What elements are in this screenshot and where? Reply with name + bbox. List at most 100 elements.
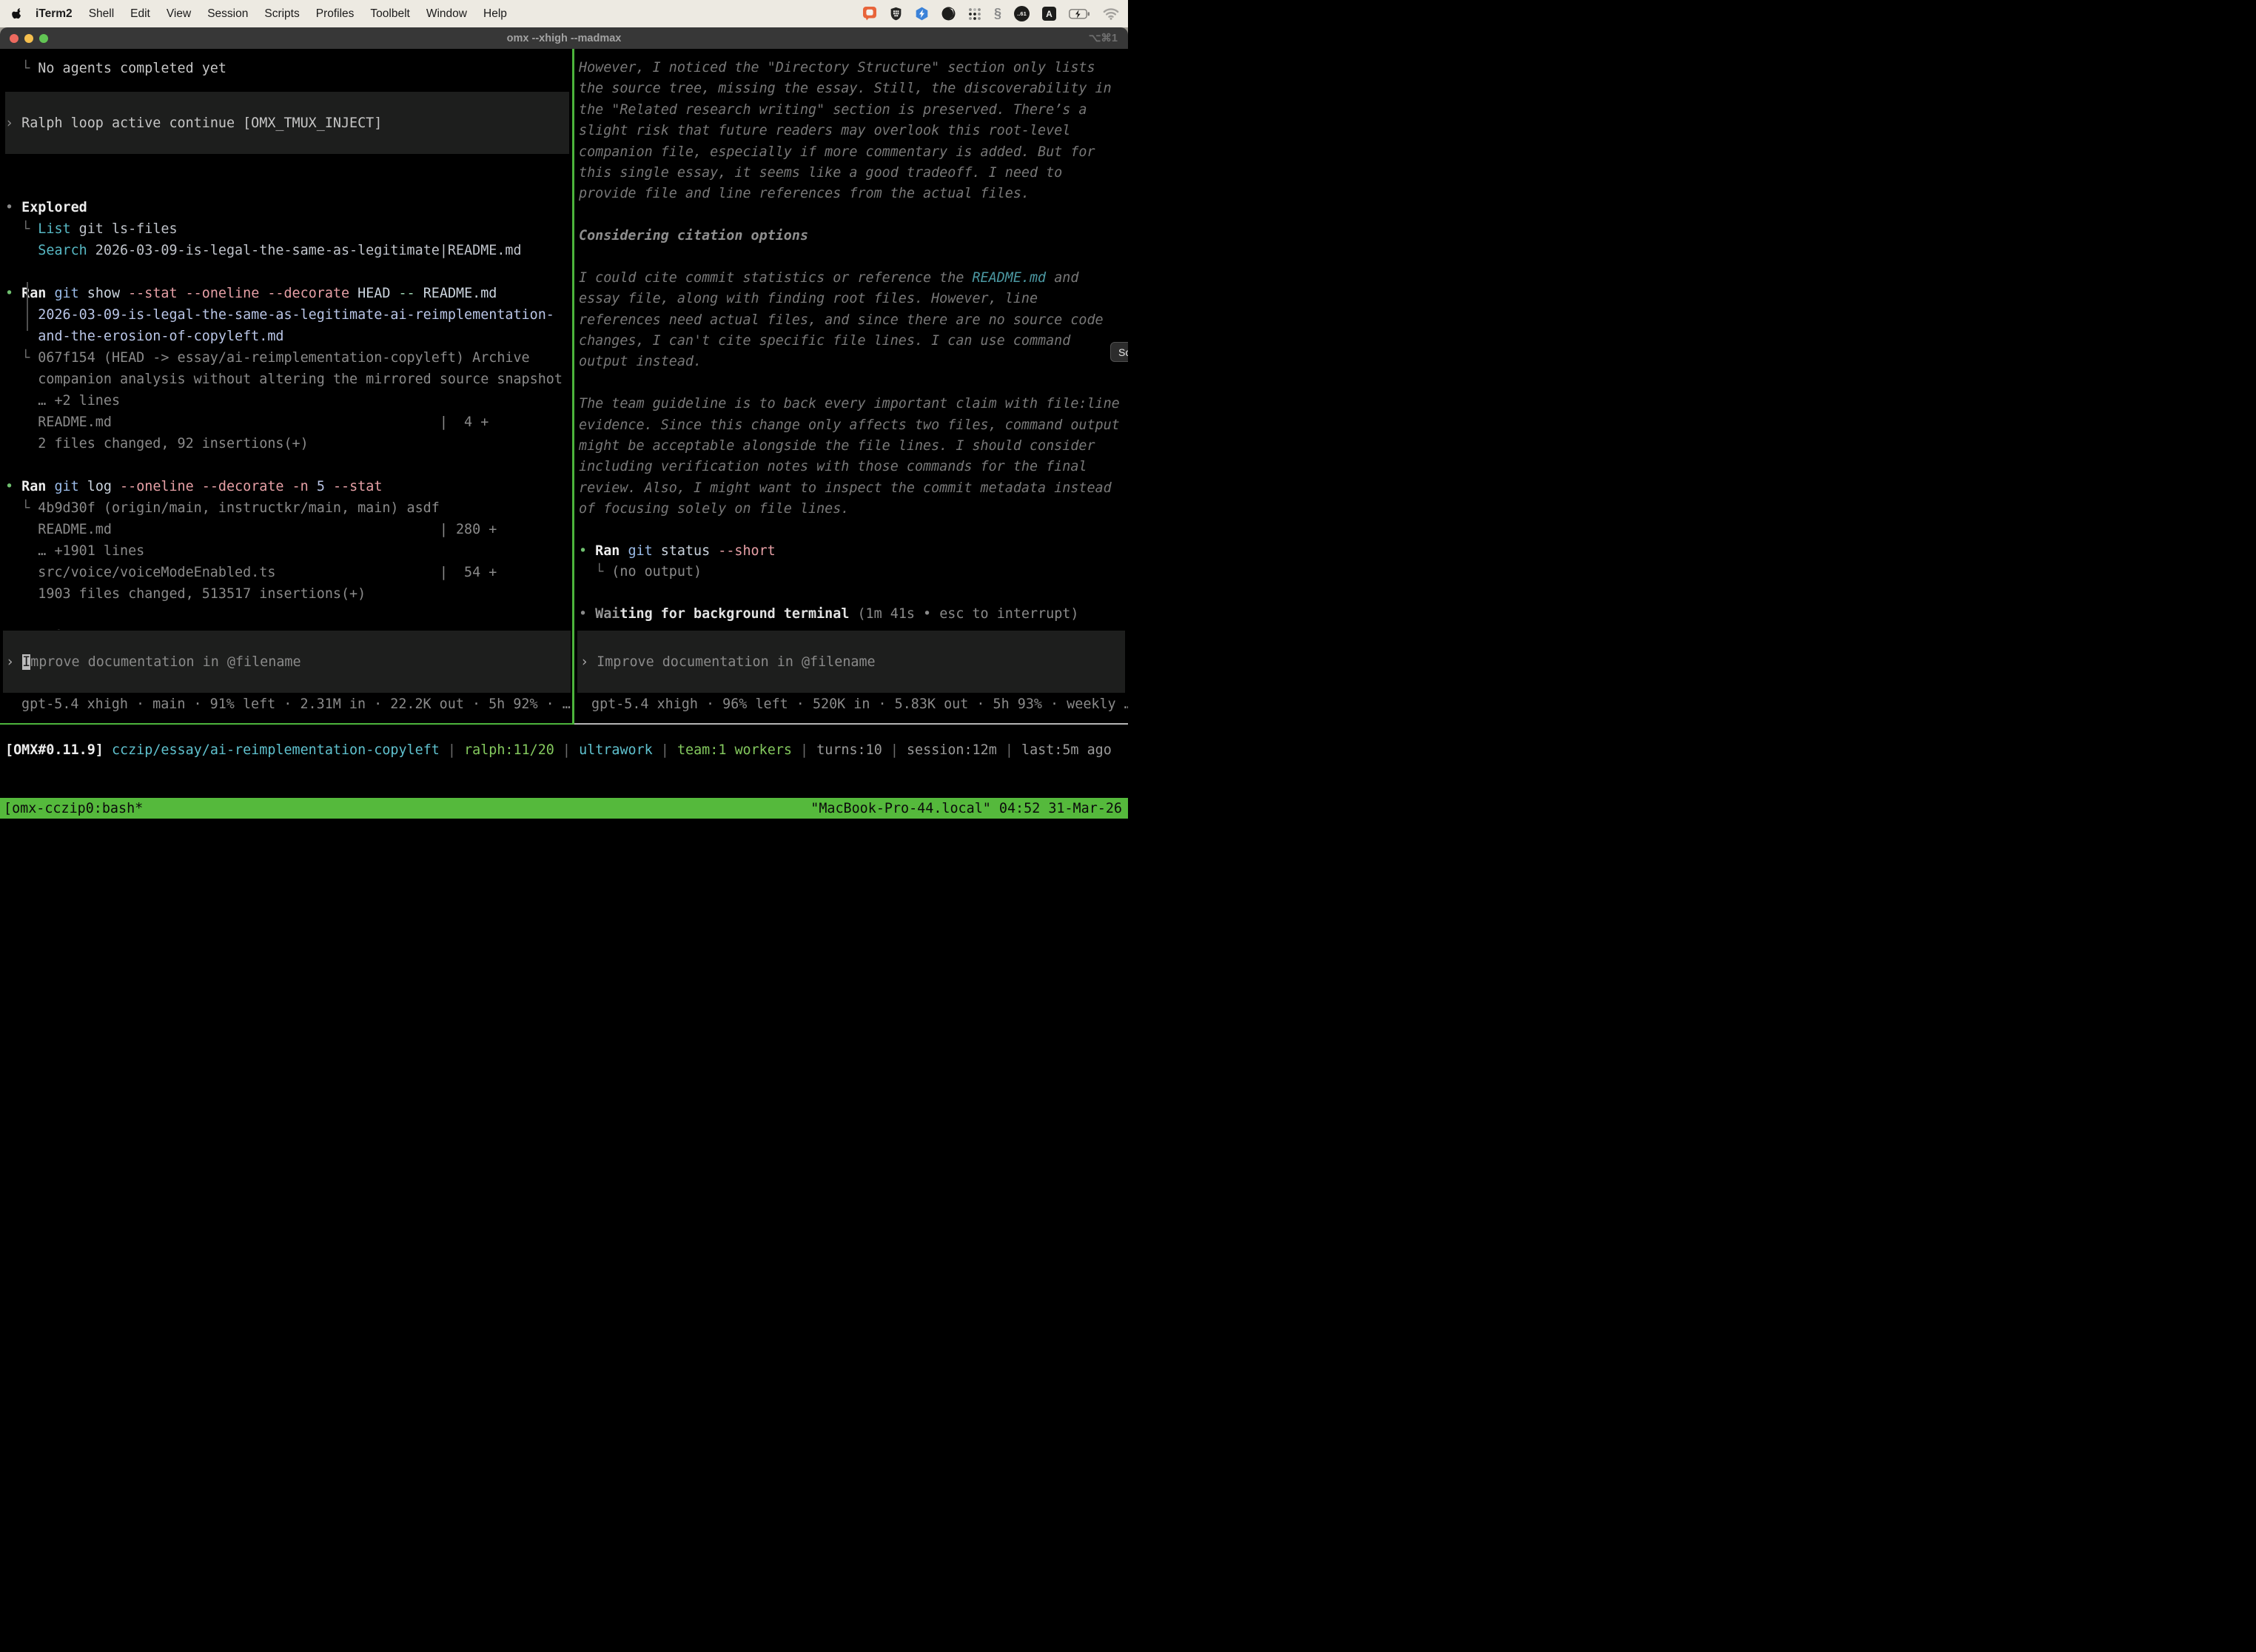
terminal-line: evidence. Since this change only affects… — [579, 415, 1128, 436]
text-span: No agents completed yet — [38, 61, 226, 76]
window-title-bar[interactable]: omx --xhigh --madmax ⌥⌘1 — [0, 27, 1128, 49]
right-prompt-input[interactable]: › Improve documentation in @filename — [577, 631, 1125, 693]
text-span: --stat — [333, 479, 382, 494]
text-span: README.md | 280 + — [38, 522, 497, 537]
omx-status-segment: session:12m — [907, 742, 997, 758]
right-pane[interactable]: However, I noticed the "Directory Struct… — [574, 49, 1128, 725]
text-span — [5, 565, 38, 580]
terminal: └ No agents completed yet › Ralph loop ac… — [0, 49, 1128, 725]
terminal-line: src/voice/voiceModeEnabled.ts | 54 + — [5, 562, 572, 583]
text-span — [5, 522, 38, 537]
text-span — [5, 393, 38, 409]
text-span: changes, I can't cite specific file line… — [579, 333, 1070, 349]
squiggle-icon[interactable]: § — [994, 6, 1001, 22]
menu-item-toolbelt[interactable]: Toolbelt — [362, 0, 417, 27]
menu-item-iterm2[interactable]: iTerm2 — [27, 0, 81, 27]
terminal-line — [5, 261, 572, 283]
terminal-line: README.md | 4 + — [5, 412, 572, 433]
text-span: might be acceptable alongside the file l… — [579, 438, 1095, 454]
text-span: and — [1046, 270, 1078, 286]
terminal-line: I could cite commit statistics or refere… — [579, 268, 1128, 289]
terminal-line: and-the-erosion-of-copyleft.md — [5, 326, 572, 347]
text-span: --oneline --decorate — [120, 479, 283, 494]
text-span: git — [54, 286, 78, 301]
tmux-status-bar[interactable]: [omx-cczip0:bash* "MacBook-Pro-44.local"… — [0, 798, 1128, 819]
text-span: (1m 41s • esc to interrupt) — [849, 606, 1078, 622]
text-span — [5, 414, 38, 430]
menu-item-window[interactable]: Window — [418, 0, 475, 27]
text-span: companion file, especially if more comme… — [579, 144, 1095, 160]
terminal-line: • Waiting for background terminal (1m 41… — [579, 604, 1128, 625]
battery-percent-badge-icon[interactable]: ..61 — [1014, 6, 1030, 22]
dots-grid-icon[interactable] — [968, 6, 981, 22]
input-source-a-icon[interactable]: A — [1042, 6, 1056, 22]
text-span: Ralph loop active continue [OMX_TMUX_INJ… — [21, 115, 382, 131]
text-span — [46, 479, 54, 494]
omx-status-segment: | — [653, 742, 677, 758]
menu-item-session[interactable]: Session — [199, 0, 256, 27]
terminal-line — [579, 247, 1128, 268]
text-span: slight risk that future readers may over… — [579, 123, 1070, 138]
text-span: Ran — [21, 286, 46, 301]
text-span: essay file, along with finding root file… — [579, 291, 1038, 306]
wifi-icon[interactable] — [1103, 6, 1119, 22]
text-span: └ — [5, 221, 38, 237]
menu-item-view[interactable]: View — [158, 0, 199, 27]
text-span: └ — [579, 564, 611, 580]
terminal-line: … +1901 lines — [5, 540, 572, 562]
text-span: • — [579, 606, 595, 622]
menu-item-shell[interactable]: Shell — [81, 0, 122, 27]
terminal-line: The team guideline is to back every impo… — [579, 394, 1128, 414]
menu-item-help[interactable]: Help — [475, 0, 515, 27]
screen: iTerm2ShellEditViewSessionScriptsProfile… — [0, 0, 1128, 826]
omx-status-segment: turns:10 — [816, 742, 882, 758]
text-span: (11m 13s • esc to interrupt) · 1 backgro… — [79, 629, 571, 630]
menu-item-edit[interactable]: Edit — [122, 0, 158, 27]
battery-charging-icon[interactable] — [1069, 6, 1090, 22]
text-span: log — [79, 479, 120, 494]
text-span: 1903 files changed, 513517 insertions(+) — [38, 586, 366, 602]
menu-item-scripts[interactable]: Scripts — [256, 0, 307, 27]
left-prompt-input[interactable]: › Improve documentation in @filename — [3, 631, 571, 693]
text-span — [5, 329, 38, 344]
text-span: • — [5, 629, 21, 630]
terminal-line: └ List git ls-files — [5, 218, 572, 240]
terminal-line: • Ran git log --oneline --decorate -n 5 … — [5, 476, 572, 497]
injected-prompt-box: › Ralph loop active continue [OMX_TMUX_I… — [5, 92, 569, 154]
text-span: However, I noticed the "Directory Struct… — [579, 60, 1095, 75]
terminal-line: 1903 files changed, 513517 insertions(+) — [5, 583, 572, 605]
text-span — [5, 543, 38, 559]
messages-app-icon[interactable] — [863, 6, 877, 22]
close-button[interactable] — [10, 34, 19, 43]
omx-status-segment: team:1 workers — [677, 742, 792, 758]
terminal-line: output instead. — [579, 352, 1128, 372]
window-shortcut-badge: ⌥⌘1 — [1089, 33, 1118, 44]
omx-status-segment: ultrawork — [579, 742, 653, 758]
menubar-status-icons: § ..61 A — [863, 6, 1119, 22]
left-pane[interactable]: └ No agents completed yet › Ralph loop ac… — [0, 49, 572, 725]
terminal-line: the "Related research writing" section i… — [579, 100, 1128, 121]
menu-item-profiles[interactable]: Profiles — [308, 0, 363, 27]
text-span: The team guideline is to back every impo… — [579, 396, 1120, 412]
apple-icon[interactable] — [12, 7, 24, 21]
right-pane-scrollback[interactable]: However, I noticed the "Directory Struct… — [579, 58, 1128, 630]
terminal-line: references need actual files, and since … — [579, 310, 1128, 331]
bolt-badge-icon[interactable] — [915, 6, 929, 22]
zoom-button[interactable] — [39, 34, 48, 43]
crescent-circle-icon[interactable] — [941, 6, 956, 22]
shield-grid-icon[interactable] — [890, 6, 902, 22]
omx-status-segment: | — [792, 742, 816, 758]
terminal-line: └ No agents completed yet — [5, 58, 572, 79]
left-pane-scrollback[interactable]: └ No agents completed yet › Ralph loop ac… — [5, 58, 572, 630]
text-span: 2026-03-09-is-legal-the-same-as-legitima… — [87, 243, 522, 258]
text-span: 2 files changed, 92 insertions(+) — [38, 436, 308, 451]
text-span — [620, 543, 628, 559]
terminal-line: the source tree, missing the essay. Stil… — [579, 78, 1128, 99]
tmux-session-label: [omx-cczip0:bash* — [4, 801, 143, 816]
text-span: 4b9d30f (origin/main, instructkr/main, m… — [38, 500, 440, 516]
minimize-button[interactable] — [24, 34, 33, 43]
omx-status-segment: | — [554, 742, 579, 758]
terminal-line: • Explored — [5, 197, 572, 218]
text-span: and-the-erosion-of-copyleft.md — [38, 329, 283, 344]
text-span: HEAD — [349, 286, 398, 301]
